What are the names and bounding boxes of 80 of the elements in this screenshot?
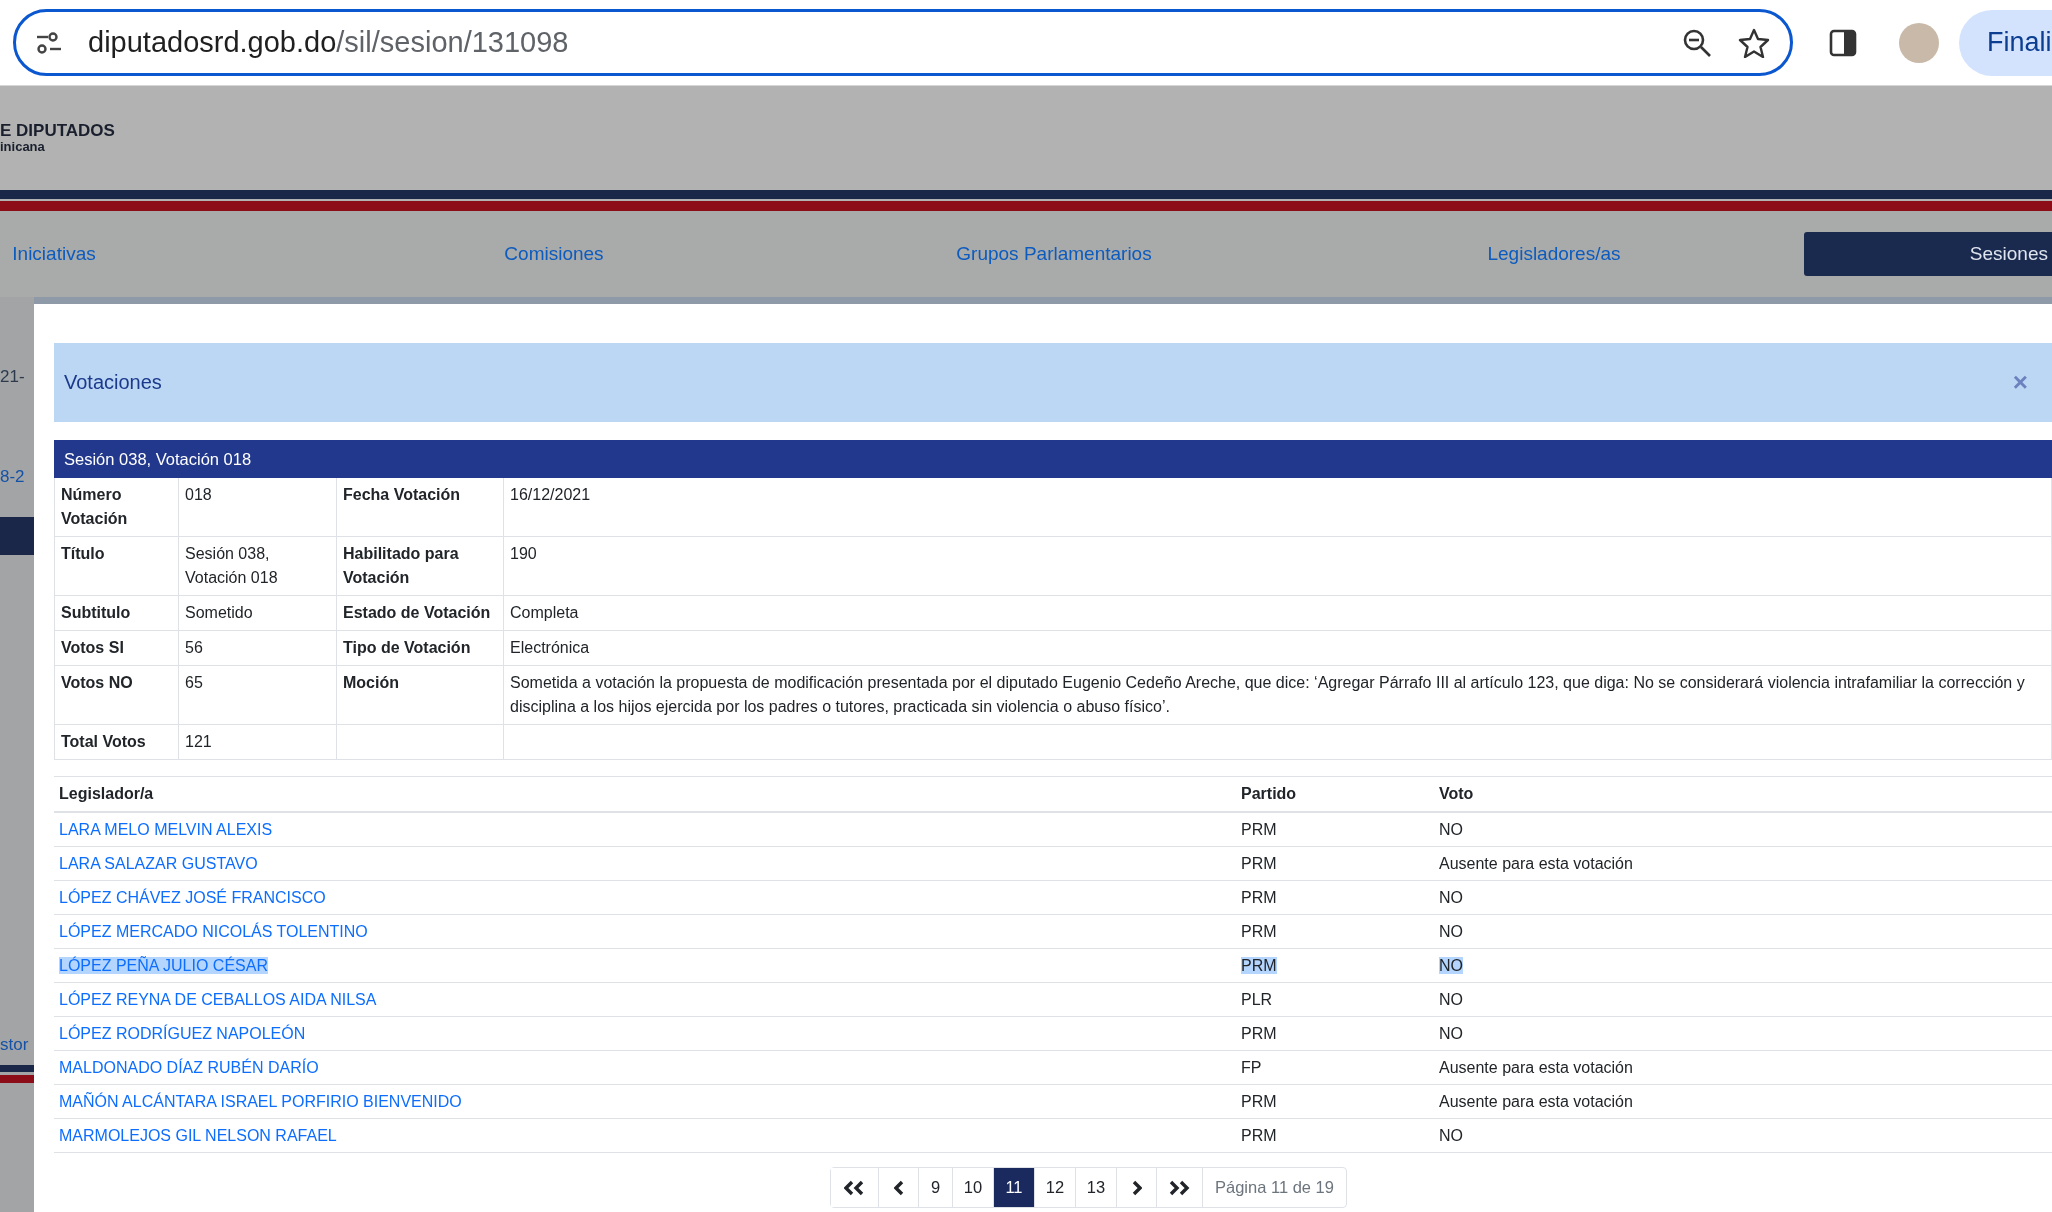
- logo-subtitle: inicana: [0, 140, 45, 154]
- legislator-link[interactable]: MAÑÓN ALCÁNTARA ISRAEL PORFIRIO BIENVENIDO: [59, 1093, 462, 1110]
- vote-cell: NO: [1439, 821, 1463, 838]
- page-button[interactable]: 11: [994, 1168, 1035, 1207]
- modal-title: Votaciones: [64, 371, 162, 394]
- profile-button[interactable]: Finali: [1959, 9, 2052, 76]
- vote-cell: NO: [1439, 957, 1463, 974]
- chevron-right-icon: [1131, 1178, 1142, 1197]
- party-cell: PRM: [1241, 1025, 1277, 1042]
- legislator-link[interactable]: LÓPEZ MERCADO NICOLÁS TOLENTINO: [59, 923, 368, 940]
- field-value: Sesión 038, Votación 018: [179, 537, 337, 596]
- nav-tab[interactable]: Iniciativas: [0, 232, 304, 276]
- panel-title: Sesión 038, Votación 018: [54, 440, 2052, 478]
- field-value: 018: [179, 478, 337, 537]
- site-settings-icon[interactable]: [36, 31, 62, 54]
- logo-text: E DIPUTADOS: [0, 122, 115, 140]
- legislator-link[interactable]: LARA MELO MELVIN ALEXIS: [59, 821, 273, 838]
- field-value: Completa: [504, 596, 2052, 631]
- party-cell: FP: [1241, 1059, 1262, 1076]
- legislator-link[interactable]: MALDONADO DÍAZ RUBÉN DARÍO: [59, 1059, 319, 1076]
- vote-cell: Ausente para esta votación: [1439, 1059, 1633, 1076]
- page-info: Página 11 de 19: [1214, 1177, 1335, 1198]
- zoom-out-icon[interactable]: [1682, 27, 1712, 58]
- field-label: Número Votación: [55, 478, 179, 537]
- vote-cell: Ausente para esta votación: [1439, 855, 1633, 872]
- field-value: 16/12/2021: [504, 478, 2052, 537]
- field-label: Título: [55, 537, 179, 596]
- column-header: Partido: [1236, 777, 1434, 813]
- party-cell: PRM: [1241, 821, 1277, 838]
- party-cell: PRM: [1241, 855, 1277, 872]
- chevron-left-icon: [893, 1178, 904, 1197]
- field-label: Moción: [337, 666, 504, 725]
- vote-cell: NO: [1439, 923, 1463, 940]
- background-stripe: [0, 1065, 34, 1072]
- vote-cell: Ausente para esta votación: [1439, 1093, 1633, 1110]
- field-value: Electrónica: [504, 631, 2052, 666]
- double-chevron-left-icon: [843, 1178, 866, 1197]
- legislator-link[interactable]: LÓPEZ REYNA DE CEBALLOS AIDA NILSA: [59, 991, 377, 1008]
- field-value: 121: [179, 725, 337, 760]
- legislator-link[interactable]: LARA SALAZAR GUSTAVO: [59, 855, 258, 872]
- vote-cell: NO: [1439, 889, 1463, 906]
- vote-cell: NO: [1439, 1127, 1463, 1144]
- column-header: Legislador/a: [54, 777, 1236, 813]
- nav-tab[interactable]: Legisladores/as: [1304, 232, 1804, 276]
- party-cell: PRM: [1241, 957, 1277, 974]
- background-text: 21-: [0, 367, 25, 387]
- nav-tab[interactable]: Comisiones: [304, 232, 804, 276]
- field-label: Tipo de Votación: [337, 631, 504, 666]
- legislator-link[interactable]: LÓPEZ RODRÍGUEZ NAPOLEÓN: [59, 1025, 306, 1042]
- party-cell: PRM: [1241, 889, 1277, 906]
- legislator-link[interactable]: LÓPEZ CHÁVEZ JOSÉ FRANCISCO: [59, 889, 326, 906]
- party-cell: PRM: [1241, 1093, 1277, 1110]
- field-value: Sometida a votación la propuesta de modificación presentada por el diputado Eugenio Cedeño Areche, que dice: ‘Agregar Párrafo III al artículo 123, que diga: No se considerará violencia intrafamiliar la corrección y disciplina a los hijos ejercida por los padres o tutores, practicada sin violencia o abuso físico’.: [504, 666, 2052, 725]
- field-label: Estado de Votación: [337, 596, 504, 631]
- legislator-link[interactable]: MARMOLEJOS GIL NELSON RAFAEL: [59, 1127, 337, 1144]
- background-stripe: [0, 1075, 34, 1083]
- party-cell: PRM: [1241, 923, 1277, 940]
- field-label: Subtitulo: [55, 596, 179, 631]
- vote-cell: NO: [1439, 1025, 1463, 1042]
- field-label: Total Votos: [55, 725, 179, 760]
- field-value: 65: [179, 666, 337, 725]
- field-value: 190: [504, 537, 2052, 596]
- nav-tab[interactable]: Grupos Parlamentarios: [804, 232, 1304, 276]
- field-value: Sometido: [179, 596, 337, 631]
- party-cell: PRM: [1241, 1127, 1277, 1144]
- field-label: Votos SI: [55, 631, 179, 666]
- bookmark-star-icon[interactable]: [1738, 27, 1770, 58]
- legislator-link[interactable]: LÓPEZ PEÑA JULIO CÉSAR: [59, 957, 268, 974]
- party-cell: PLR: [1241, 991, 1273, 1008]
- field-value: 56: [179, 631, 337, 666]
- side-panel-icon[interactable]: [1829, 28, 1857, 57]
- nav-tab[interactable]: Sesiones: [1804, 232, 2052, 276]
- close-button[interactable]: ×: [2008, 367, 2032, 398]
- field-label: Habilitado para Votación: [337, 537, 504, 596]
- field-label: Fecha Votación: [337, 478, 504, 537]
- vote-cell: NO: [1439, 991, 1463, 1008]
- double-chevron-right-icon: [1168, 1178, 1191, 1197]
- first-page-button[interactable]: [831, 1168, 879, 1207]
- column-header: Voto: [1434, 777, 2052, 813]
- field-label: Votos NO: [55, 666, 179, 725]
